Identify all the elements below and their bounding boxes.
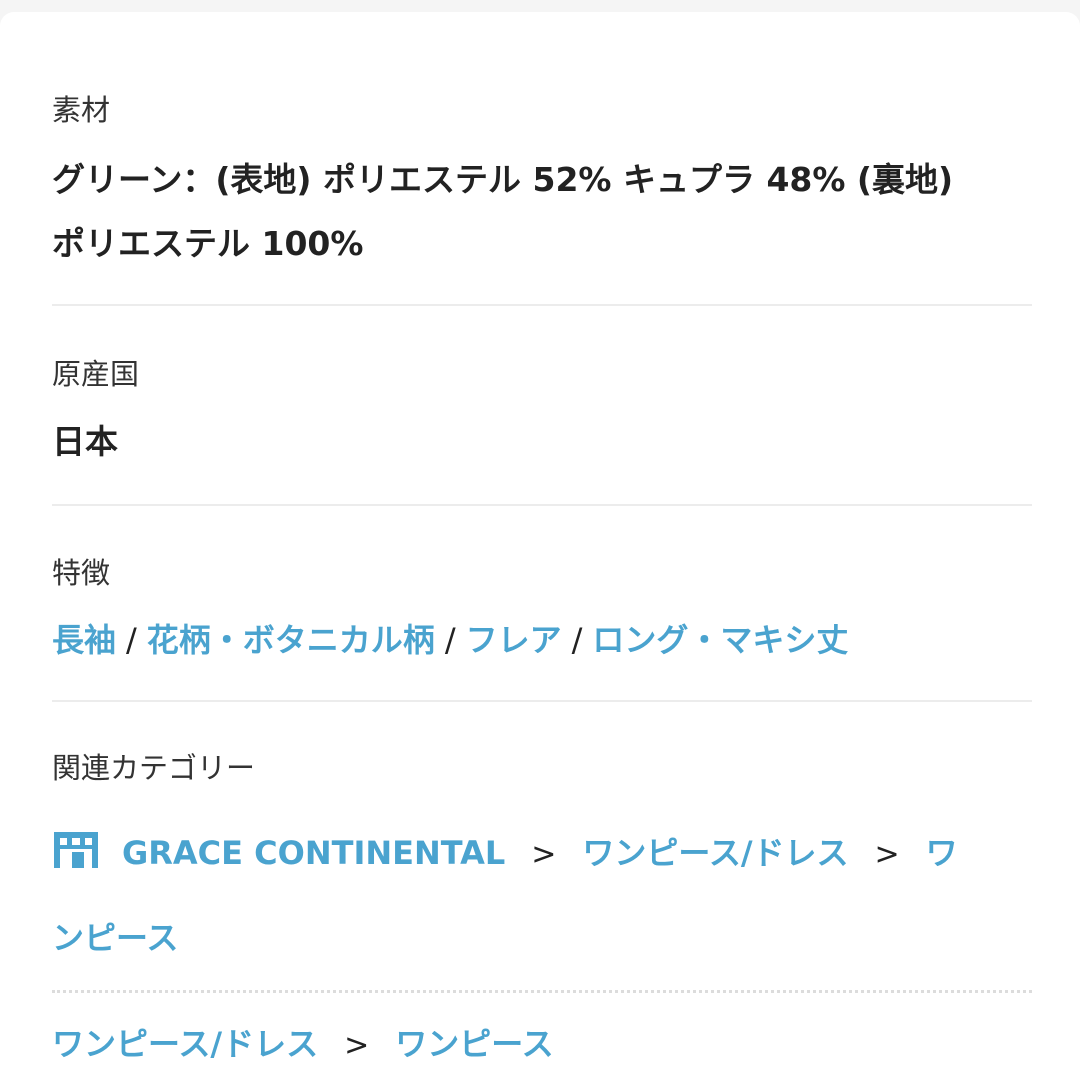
category-link-onepiece-wrapped-start[interactable]: ワ bbox=[926, 834, 958, 872]
material-label: 素材 bbox=[52, 93, 111, 127]
feature-link-long-sleeve[interactable]: 長袖 bbox=[52, 621, 116, 659]
category-link-onepiece-wrapped-end[interactable]: ンピース bbox=[52, 919, 178, 957]
breadcrumb-arrow: > bbox=[874, 837, 900, 872]
category-link-brand[interactable]: GRACE CONTINENTAL bbox=[122, 834, 505, 872]
divider bbox=[52, 504, 1032, 506]
separator: / bbox=[444, 621, 456, 659]
breadcrumb-arrow: > bbox=[344, 1028, 370, 1063]
shop-icon bbox=[52, 830, 100, 870]
category-link-onepiece-dress[interactable]: ワンピース/ドレス bbox=[582, 834, 848, 872]
category-link-onepiece-dress-2[interactable]: ワンピース/ドレス bbox=[52, 1025, 318, 1063]
detail-sheet: 素材 グリーン：(表地) ポリエステル 52% キュプラ 48% (裏地) ポリ… bbox=[0, 12, 1080, 1080]
category-path-1-wrap: ンピース bbox=[52, 918, 178, 958]
divider bbox=[52, 700, 1032, 702]
features-list: 長袖 / 花柄・ボタニカル柄 / フレア / ロング・マキシ丈 bbox=[52, 620, 848, 660]
separator: / bbox=[126, 621, 137, 659]
divider bbox=[52, 304, 1032, 306]
dotted-divider bbox=[52, 990, 1032, 993]
category-path-2: ワンピース/ドレス > ワンピース bbox=[52, 1024, 554, 1066]
features-label: 特徴 bbox=[52, 556, 111, 590]
feature-link-long-maxi[interactable]: ロング・マキシ丈 bbox=[592, 621, 848, 659]
category-path-1: GRACE CONTINENTAL > ワンピース/ドレス > ワ bbox=[52, 830, 958, 875]
material-value: グリーン：(表地) ポリエステル 52% キュプラ 48% (裏地) ポリエステ… bbox=[52, 148, 1037, 276]
material-line-2: ポリエステル 100% bbox=[52, 224, 364, 263]
feature-link-floral[interactable]: 花柄・ボタニカル柄 bbox=[147, 621, 435, 659]
category-link-onepiece-2[interactable]: ワンピース bbox=[395, 1025, 553, 1063]
separator: / bbox=[571, 621, 583, 659]
origin-label: 原産国 bbox=[52, 357, 140, 391]
origin-text: 日本 bbox=[52, 422, 118, 461]
related-label: 関連カテゴリー bbox=[52, 751, 256, 785]
feature-link-flare[interactable]: フレア bbox=[466, 621, 562, 659]
origin-value: 日本 bbox=[52, 410, 1037, 474]
material-line-1: グリーン：(表地) ポリエステル 52% キュプラ 48% (裏地) bbox=[52, 160, 954, 199]
breadcrumb-arrow: > bbox=[531, 837, 557, 872]
